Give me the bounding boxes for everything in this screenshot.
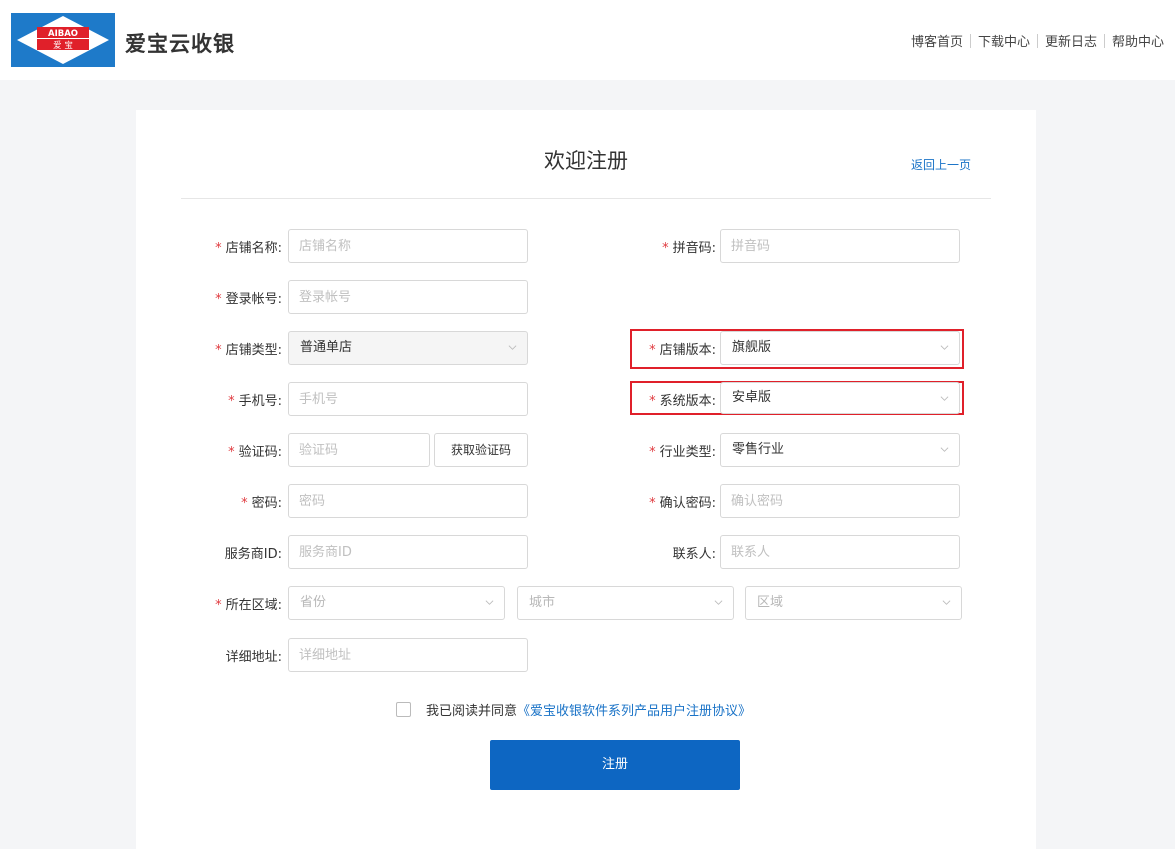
required-star: * xyxy=(649,343,656,358)
get-verify-code-button[interactable]: 获取验证码 xyxy=(434,433,528,467)
district-placeholder: 区域 xyxy=(757,595,784,610)
logo-text-top: AIBAO xyxy=(48,29,78,39)
required-star: * xyxy=(228,445,235,460)
register-button[interactable]: 注册 xyxy=(490,740,740,790)
nav-blog-home[interactable]: 博客首页 xyxy=(904,31,970,50)
required-star: * xyxy=(215,598,222,613)
back-link[interactable]: 返回上一页 xyxy=(911,156,971,173)
city-placeholder: 城市 xyxy=(529,595,556,610)
required-star: * xyxy=(215,241,222,256)
title-divider xyxy=(181,198,991,199)
confirm-password-label: * 确认密码: xyxy=(649,496,716,511)
required-star: * xyxy=(228,394,235,409)
required-star: * xyxy=(649,445,656,460)
store-edition-select[interactable]: 旗舰版 xyxy=(720,331,960,365)
system-edition-value: 安卓版 xyxy=(732,390,772,405)
password-input[interactable] xyxy=(288,484,528,518)
store-name-input[interactable] xyxy=(288,229,528,263)
required-star: * xyxy=(241,496,248,511)
agreement-text: 我已阅读并同意 xyxy=(426,704,518,719)
contact-input[interactable] xyxy=(720,535,960,569)
address-label: 详细地址: xyxy=(225,650,282,665)
chevron-down-icon xyxy=(940,345,949,350)
agreement-checkbox[interactable] xyxy=(396,702,411,717)
page-title: 欢迎注册 xyxy=(544,149,628,173)
verify-code-label: * 验证码: xyxy=(228,445,282,460)
store-edition-label: * 店铺版本: xyxy=(649,343,716,358)
agreement-row: 我已阅读并同意 《爱宝收银软件系列产品用户注册协议》 xyxy=(396,700,751,719)
password-label: * 密码: xyxy=(241,496,282,511)
provider-id-label: 服务商ID: xyxy=(224,547,282,562)
required-star: * xyxy=(215,292,222,307)
nav-download-center[interactable]: 下载中心 xyxy=(971,31,1037,50)
district-select[interactable]: 区域 xyxy=(745,586,962,620)
store-type-select[interactable]: 普通单店 xyxy=(288,331,528,365)
required-star: * xyxy=(649,496,656,511)
brand-title: 爱宝云收银 xyxy=(125,32,235,56)
required-star: * xyxy=(215,343,222,358)
register-card: 欢迎注册 返回上一页 *店铺名称: *拼音码: *登录帐号: *店铺类型: 普通… xyxy=(136,110,1036,849)
confirm-password-input[interactable] xyxy=(720,484,960,518)
pinyin-label: * 拼音码: xyxy=(662,241,716,256)
required-star: * xyxy=(649,394,656,409)
store-type-value: 普通单店 xyxy=(300,340,353,355)
chevron-down-icon xyxy=(940,447,949,452)
store-edition-value: 旗舰版 xyxy=(732,340,772,355)
login-account-input[interactable] xyxy=(288,280,528,314)
chevron-down-icon xyxy=(714,600,723,605)
phone-input[interactable] xyxy=(288,382,528,416)
province-placeholder: 省份 xyxy=(300,595,327,610)
login-account-label: * 登录帐号: xyxy=(215,292,282,307)
top-header: AIBAO 爱 宝 爱宝云收银 博客首页 下载中心 更新日志 帮助中心 xyxy=(0,0,1175,80)
system-edition-label: * 系统版本: xyxy=(649,394,716,409)
nav-changelog[interactable]: 更新日志 xyxy=(1038,31,1104,50)
industry-select[interactable]: 零售行业 xyxy=(720,433,960,467)
nav-help-center[interactable]: 帮助中心 xyxy=(1105,31,1171,50)
chevron-down-icon xyxy=(942,600,951,605)
aibao-logo[interactable]: AIBAO 爱 宝 xyxy=(11,13,115,67)
agreement-link[interactable]: 《爱宝收银软件系列产品用户注册协议》 xyxy=(517,700,751,719)
top-nav: 博客首页 下载中心 更新日志 帮助中心 xyxy=(904,31,1171,50)
industry-value: 零售行业 xyxy=(732,442,785,457)
address-input[interactable] xyxy=(288,638,528,672)
system-edition-select[interactable]: 安卓版 xyxy=(720,382,960,414)
pinyin-input[interactable] xyxy=(720,229,960,263)
verify-code-input[interactable] xyxy=(288,433,430,467)
logo-text-bottom: 爱 宝 xyxy=(53,40,73,51)
phone-label: * 手机号: xyxy=(228,394,282,409)
region-label: * 所在区域: xyxy=(215,598,282,613)
industry-label: * 行业类型: xyxy=(649,445,716,460)
contact-label: 联系人: xyxy=(672,547,716,562)
chevron-down-icon xyxy=(485,600,494,605)
store-name-label: * 店铺名称: xyxy=(215,241,282,256)
required-star: * xyxy=(662,241,669,256)
provider-id-input[interactable] xyxy=(288,535,528,569)
chevron-down-icon xyxy=(508,345,517,350)
store-type-label: * 店铺类型: xyxy=(215,343,282,358)
province-select[interactable]: 省份 xyxy=(288,586,505,620)
city-select[interactable]: 城市 xyxy=(517,586,734,620)
chevron-down-icon xyxy=(940,396,949,401)
